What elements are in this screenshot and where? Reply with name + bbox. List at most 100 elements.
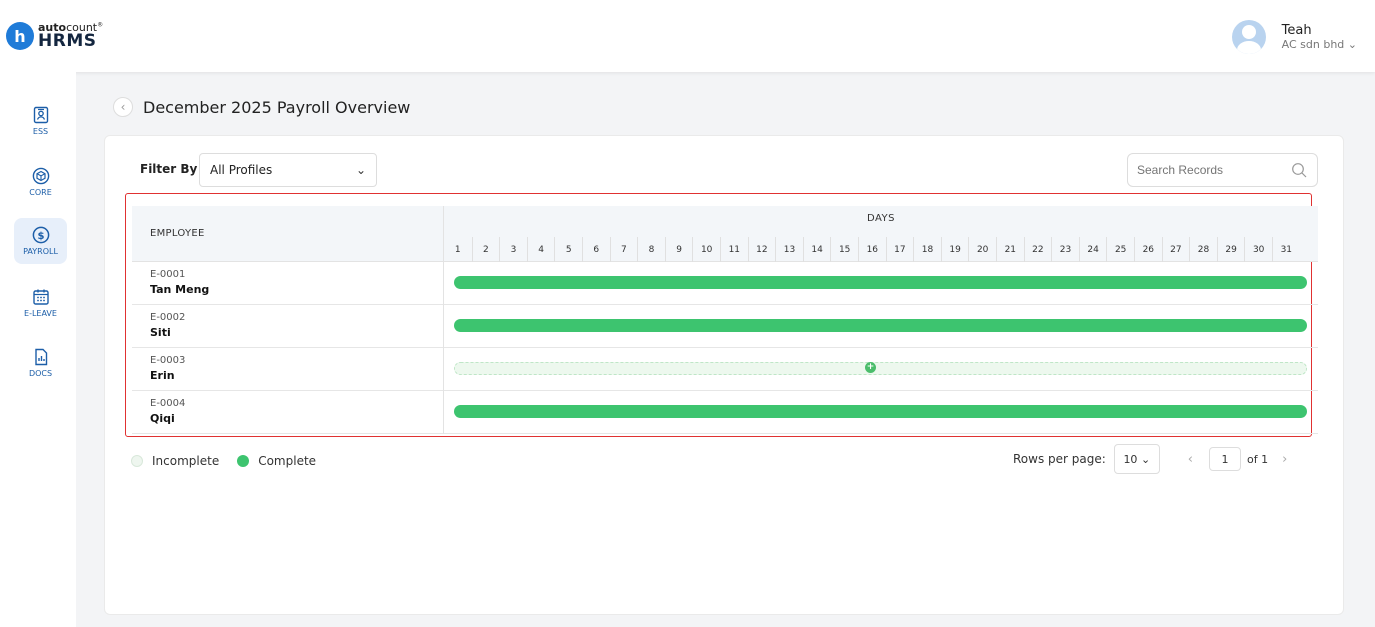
table-row[interactable]: E-0001 Tan Meng [132, 262, 1318, 305]
employee-cell: E-0002 Siti [132, 305, 444, 348]
table-row[interactable]: E-0004 Qiqi [132, 391, 1318, 434]
sidebar-item-label: E-LEAVE [24, 309, 57, 318]
table-row[interactable]: E-0002 Siti [132, 305, 1318, 348]
chevron-down-icon: ⌄ [355, 163, 366, 177]
incomplete-status-bar[interactable]: + [454, 362, 1307, 375]
employee-id: E-0003 [150, 355, 186, 366]
add-icon[interactable]: + [865, 362, 876, 373]
employee-name: Qiqi [150, 412, 175, 425]
day-header-cell: 29 [1216, 237, 1245, 262]
day-header-cell: 20 [968, 237, 996, 262]
page-title: December 2025 Payroll Overview [143, 97, 411, 117]
employee-cell: E-0003 Erin [132, 348, 444, 391]
search-icon[interactable] [1291, 162, 1307, 178]
page-header: ‹ December 2025 Payroll Overview [113, 97, 410, 117]
day-header-cell: 24 [1078, 237, 1107, 262]
legend-incomplete-swatch [131, 455, 143, 467]
employee-name: Siti [150, 326, 171, 339]
day-header-cell: 2 [471, 237, 500, 262]
day-header-cell: 25 [1106, 237, 1134, 262]
logo-mark: h [6, 22, 34, 50]
day-header-cell: 17 [885, 237, 914, 262]
payroll-overview-card: Filter By All Profiles ⌄ EMPLOYEE DAYS 1… [104, 135, 1344, 615]
day-header-cell: 13 [775, 237, 803, 262]
sidebar-item-docs[interactable]: DOCS [14, 340, 67, 386]
rows-per-page-select[interactable]: 10 ⌄ [1113, 444, 1160, 474]
employee-cell: E-0001 Tan Meng [132, 262, 444, 305]
sidebar-item-core[interactable]: CORE [14, 159, 67, 205]
day-header-cell: 22 [1023, 237, 1052, 262]
day-header-cell: 1 [454, 244, 461, 255]
payroll-timeline-grid: EMPLOYEE DAYS 1 2 3 4 5 6 7 8 9 10 11 12 13 14 15 16 17 1… [125, 193, 1318, 437]
employee-name: Erin [150, 369, 175, 382]
day-header-cell: 7 [609, 237, 638, 262]
logo-wordmark-bottom: HRMS [38, 31, 97, 51]
day-header-cell: 14 [802, 237, 831, 262]
day-header-cell: 11 [720, 237, 748, 262]
employee-column-header: EMPLOYEE [132, 206, 444, 262]
svg-text:$: $ [37, 231, 44, 242]
cube-icon [32, 167, 49, 185]
user-menu[interactable]: Teah AC sdn bhd ⌄ [1231, 20, 1357, 54]
chevron-down-icon: ⌄ [1140, 452, 1151, 466]
day-header-cell: 3 [499, 237, 527, 262]
employee-id: E-0001 [150, 269, 186, 280]
complete-status-bar[interactable] [454, 319, 1307, 332]
next-page-button[interactable]: › [1282, 452, 1287, 467]
day-header-cell: 4 [526, 237, 555, 262]
calendar-icon [32, 289, 49, 305]
day-header-cell: 28 [1189, 237, 1217, 262]
days-label: DAYS [866, 213, 896, 224]
employee-cell: E-0004 Qiqi [132, 391, 444, 434]
employee-id: E-0002 [150, 312, 186, 323]
days-column-header: DAYS 1 2 3 4 5 6 7 8 9 10 11 12 13 14 15 16 17 18 19 20 21 22… [444, 206, 1318, 262]
page-total: of 1 [1247, 452, 1269, 466]
sidebar-item-e-leave[interactable]: E-LEAVE [14, 280, 67, 326]
sidebar-item-label: DOCS [28, 369, 53, 378]
user-name: Teah [1281, 22, 1312, 38]
page-number-input[interactable]: 1 [1209, 447, 1241, 471]
legend-incomplete-label: Incomplete [152, 454, 220, 468]
day-header-cell: 26 [1134, 237, 1162, 262]
sidebar-item-ess[interactable]: ESS [14, 98, 67, 144]
day-header-cell: 27 [1161, 237, 1190, 262]
rows-per-page-label: Rows per page: [1013, 452, 1106, 466]
filter-label: Filter By [140, 162, 198, 176]
search-input[interactable] [1128, 154, 1288, 186]
employee-name: Tan Meng [150, 283, 210, 296]
day-header-cell: 9 [664, 237, 693, 262]
chevron-down-icon: ⌄ [1347, 38, 1357, 52]
day-header-cell: 10 [692, 237, 720, 262]
day-header-cell: 8 [637, 237, 665, 262]
day-header-cell: 15 [830, 237, 858, 262]
day-header-cell: 6 [582, 237, 610, 262]
employee-id: E-0004 [150, 398, 186, 409]
avatar [1231, 20, 1266, 54]
prev-page-button[interactable]: ‹ [1188, 452, 1193, 467]
day-header-cell: 21 [996, 237, 1024, 262]
day-header-cell: 12 [747, 237, 776, 262]
day-header-cell: 16 [858, 237, 886, 262]
search-box[interactable] [1127, 153, 1318, 187]
complete-status-bar[interactable] [454, 405, 1307, 418]
sidebar: ESS CORE $ PAYROLL E-LEAVE DOCS [0, 72, 76, 627]
table-row[interactable]: E-0003 Erin + [132, 348, 1318, 391]
day-header-cell: 19 [940, 237, 969, 262]
legend-complete-swatch [237, 455, 250, 467]
sidebar-item-label: ESS [32, 127, 49, 136]
status-legend: Incomplete Complete [131, 454, 334, 468]
sidebar-item-label: CORE [29, 188, 52, 197]
sidebar-item-label: PAYROLL [23, 247, 58, 256]
complete-status-bar[interactable] [454, 276, 1307, 289]
sidebar-item-payroll[interactable]: $ PAYROLL [14, 218, 67, 264]
day-header-cell: 18 [913, 237, 941, 262]
back-button[interactable]: ‹ [113, 97, 133, 117]
user-company: AC sdn bhd ⌄ [1281, 38, 1357, 52]
app-logo[interactable]: h autocount® HRMS [6, 22, 103, 50]
document-chart-icon [34, 348, 47, 366]
day-header-cell: 30 [1244, 237, 1272, 262]
profile-filter-select[interactable]: All Profiles ⌄ [199, 153, 377, 187]
day-header-cell: 5 [554, 237, 582, 262]
filter-value: All Profiles [210, 163, 273, 177]
legend-complete-label: Complete [258, 454, 317, 468]
